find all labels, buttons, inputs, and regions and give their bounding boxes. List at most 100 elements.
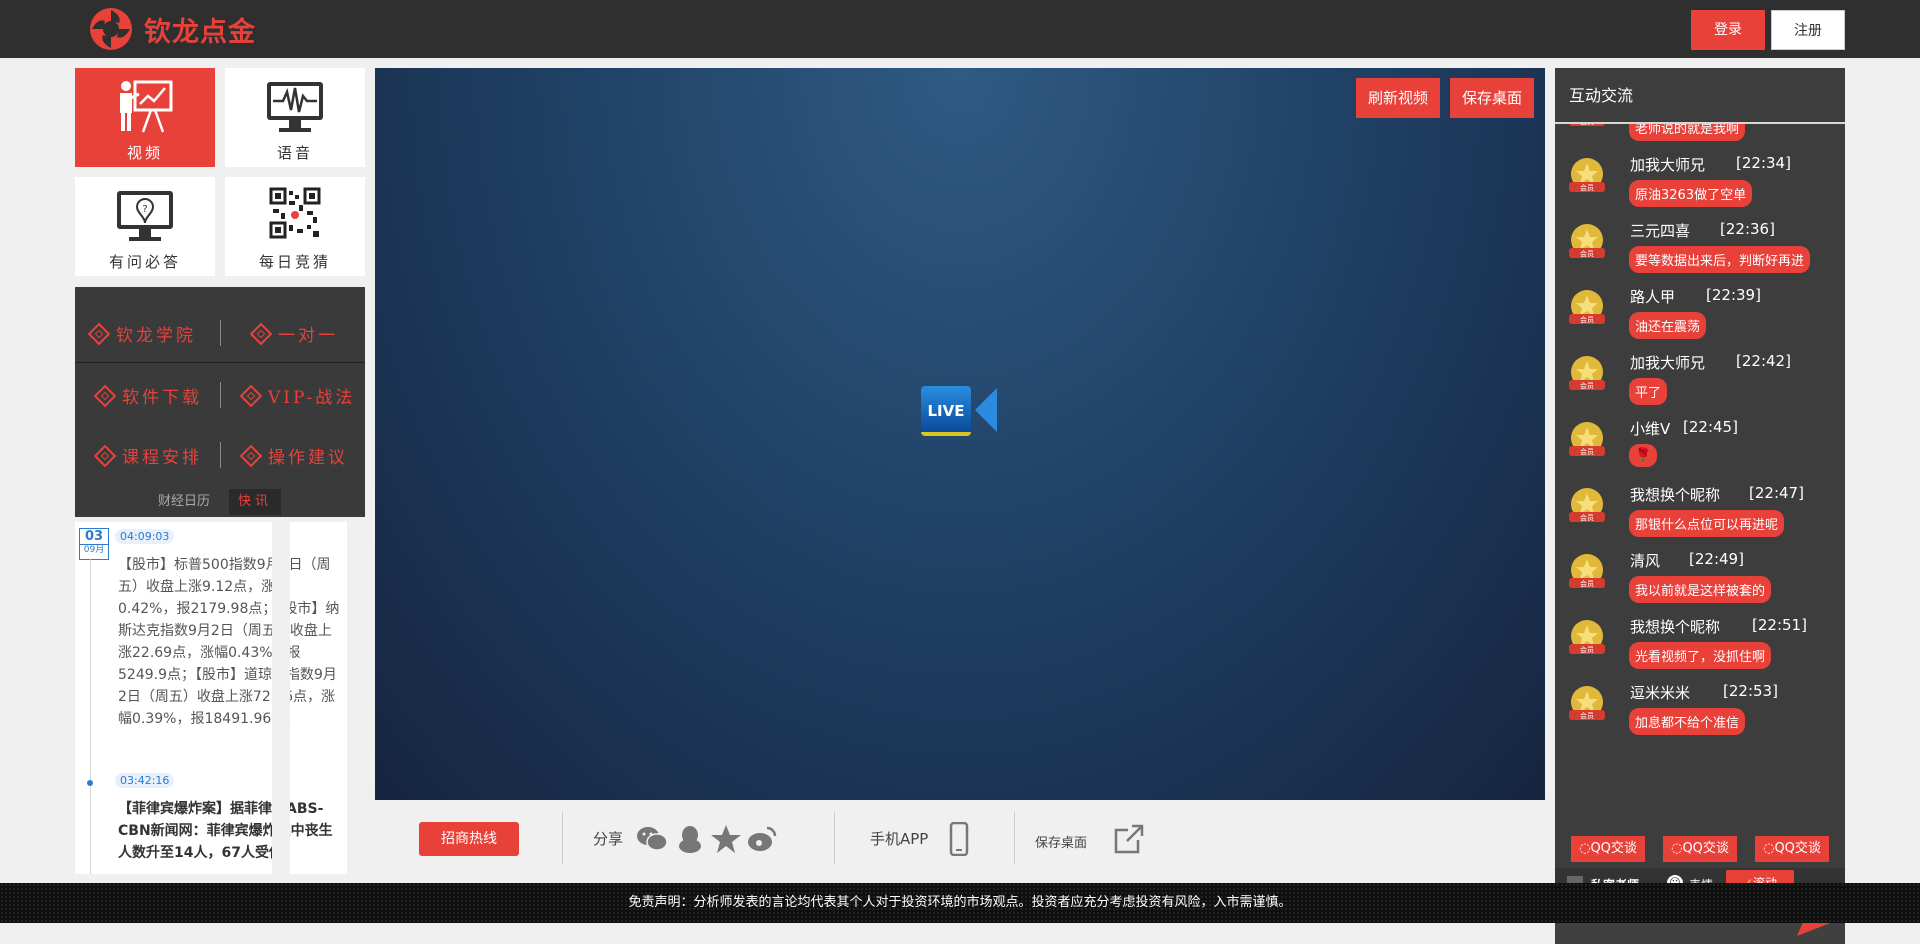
tile-qa[interactable]: ? 有问必答 — [75, 177, 215, 276]
news-time: 04:09:03 — [115, 529, 175, 544]
question-monitor-icon: ? — [117, 191, 173, 241]
chat-bubble: 🌹 — [1629, 444, 1658, 467]
chat-username[interactable]: 我想换个昵称 — [1630, 616, 1720, 637]
footer-disclaimer-bar: 免责声明：分析师发表的言论均代表其个人对于投资环境的市场观点。投资者应充分考虑投… — [0, 883, 1920, 923]
qq-label: QQ交谈 — [1682, 841, 1729, 856]
chat-username[interactable]: 路人甲 — [1630, 286, 1675, 307]
chat-username[interactable]: 三元四喜 — [1630, 220, 1690, 241]
qq-chat-button[interactable]: ◌QQ交谈 — [1755, 836, 1829, 862]
medal-label: 会员 — [1580, 645, 1594, 654]
svg-text:?: ? — [142, 204, 147, 215]
diamond-icon — [93, 444, 117, 467]
logo-icon — [90, 8, 132, 50]
chat-username[interactable]: 清风 — [1630, 550, 1660, 571]
news-time: 03:42:16 — [115, 773, 175, 788]
chat-message-list[interactable]: 会员 老师说的就是我啊 会员 加我大师兄 [22:34] 原油3263做了空单 … — [1555, 124, 1845, 826]
menu-divider — [220, 442, 221, 468]
save-desktop-button[interactable]: 保存桌面 — [1450, 78, 1534, 118]
timeline-dot — [87, 780, 93, 786]
menu-label: 一对一 — [278, 326, 338, 346]
chat-title: 互动交流 — [1569, 86, 1634, 105]
tile-label: 语音 — [276, 144, 313, 162]
news-text: 【股市】标普500指数9月2日（周五）收盘上涨9.12点，涨幅0.42%，报21… — [118, 557, 340, 727]
chat-username[interactable]: 我想换个昵称 — [1630, 484, 1720, 505]
site-logo[interactable]: 钦龙点金 — [88, 4, 256, 54]
live-logo: LIVE — [921, 386, 1001, 442]
chat-username[interactable]: 小维V — [1630, 418, 1670, 439]
chat-message: 会员 我想换个昵称 [22:51] 光看视频了，没抓住啊 — [1555, 610, 1845, 676]
medal-label: 会员 — [1580, 381, 1594, 390]
member-medal-icon: 会员 — [1569, 554, 1605, 588]
chat-bubble: 那银什么点位可以再进呢 — [1629, 510, 1785, 537]
qq-chat-button[interactable]: ◌QQ交谈 — [1571, 836, 1645, 862]
qq-icon[interactable] — [673, 822, 707, 856]
diamond-icon — [239, 384, 263, 407]
chat-username[interactable]: 加我大师兄 — [1630, 352, 1705, 373]
chat-bubble: 油还在震荡 — [1629, 312, 1707, 339]
chat-time: [22:51] — [1752, 616, 1807, 634]
wechat-icon[interactable] — [635, 822, 669, 856]
disclaimer-text: 免责声明：分析师发表的言论均代表其个人对于投资环境的市场观点。投资者应充分考虑投… — [628, 895, 1292, 910]
chat-bubble: 原油3263做了空单 — [1629, 180, 1753, 207]
menu-course-schedule[interactable]: 课程安排 — [93, 443, 202, 468]
qr-code-icon — [269, 187, 321, 239]
qq-label: QQ交谈 — [1590, 841, 1637, 856]
news-scrollbar[interactable] — [272, 522, 290, 874]
tile-daily-guess[interactable]: 每日竞猜 — [225, 177, 365, 276]
menu-label: VIP-战法 — [268, 388, 356, 408]
chat-time: [22:47] — [1749, 484, 1804, 502]
video-player[interactable]: 刷新视频 保存桌面 LIVE — [375, 68, 1545, 800]
chat-bubble: 我以前就是这样被套的 — [1629, 576, 1772, 603]
chat-message: 会员 路人甲 [22:39] 油还在震荡 — [1555, 280, 1845, 346]
live-badge: LIVE — [921, 386, 971, 436]
save-desktop-label[interactable]: 保存桌面 — [1035, 832, 1087, 851]
external-link-icon[interactable] — [1112, 822, 1146, 856]
logo-text: 钦龙点金 — [144, 16, 256, 48]
menu-software-download[interactable]: 软件下载 — [93, 383, 202, 408]
chat-message: 会员 小维V [22:45] 🌹 — [1555, 412, 1845, 478]
tab-finance-calendar[interactable]: 财经日历 — [154, 489, 214, 515]
menu-trade-advice[interactable]: 操作建议 — [239, 443, 348, 468]
tab-flash-news[interactable]: 快讯 — [229, 489, 281, 515]
qq-button-row: ◌QQ交谈 ◌QQ交谈 ◌QQ交谈 — [1555, 836, 1845, 866]
chat-message: 会员 清风 [22:49] 我以前就是这样被套的 — [1555, 544, 1845, 610]
hotline-button[interactable]: 招商热线 — [419, 822, 519, 856]
tile-video[interactable]: 视频 — [75, 68, 215, 167]
chat-bubble: 光看视频了，没抓住啊 — [1629, 642, 1772, 669]
qzone-star-icon[interactable] — [709, 822, 743, 856]
qq-label: QQ交谈 — [1774, 841, 1821, 856]
chat-username[interactable]: 逗米米米 — [1630, 682, 1690, 703]
menu-one-on-one[interactable]: 一对一 — [249, 321, 338, 346]
timeline-line — [90, 558, 91, 874]
qq-chat-button[interactable]: ◌QQ交谈 — [1663, 836, 1737, 862]
chat-time: [22:45] — [1683, 418, 1738, 436]
menu-panel: 钦龙学院 一对一 软件下载 VIP-战法 课程安排 操作建议 财经日历 快讯 — [75, 287, 365, 517]
chat-username[interactable]: 加我大师兄 — [1630, 154, 1705, 175]
chat-message: 会员 老师说的就是我啊 — [1555, 124, 1845, 148]
member-medal-icon: 会员 — [1569, 158, 1605, 192]
menu-label: 软件下载 — [122, 388, 202, 408]
menu-vip-strategy[interactable]: VIP-战法 — [239, 383, 356, 408]
flash-news-panel: 03 09月 04:09:03 【股市】标普500指数9月2日（周五）收盘上涨9… — [75, 522, 347, 874]
medal-label: 会员 — [1580, 513, 1594, 522]
medal-label: 会员 — [1580, 183, 1594, 192]
tile-label: 视频 — [126, 144, 163, 162]
refresh-video-button[interactable]: 刷新视频 — [1356, 78, 1440, 118]
mobile-app-label[interactable]: 手机APP — [870, 828, 928, 849]
diamond-icon — [87, 322, 111, 345]
weibo-icon[interactable] — [745, 822, 779, 856]
mobile-phone-icon[interactable] — [942, 822, 976, 856]
diamond-icon — [249, 322, 273, 345]
tile-voice[interactable]: 语音 — [225, 68, 365, 167]
menu-divider — [220, 320, 221, 346]
register-button[interactable]: 注册 — [1771, 10, 1845, 50]
date-month: 09月 — [80, 544, 108, 556]
medal-label: 会员 — [1580, 315, 1594, 324]
date-day: 03 — [84, 529, 104, 544]
login-button[interactable]: 登录 — [1691, 10, 1765, 50]
member-medal-icon: 会员 — [1569, 124, 1605, 126]
chat-message: 会员 三元四喜 [22:36] 要等数据出来后，判断好再进 — [1555, 214, 1845, 280]
chat-message: 会员 加我大师兄 [22:34] 原油3263做了空单 — [1555, 148, 1845, 214]
qq-icon: ◌ — [1579, 841, 1591, 856]
menu-academy[interactable]: 钦龙学院 — [87, 321, 196, 346]
